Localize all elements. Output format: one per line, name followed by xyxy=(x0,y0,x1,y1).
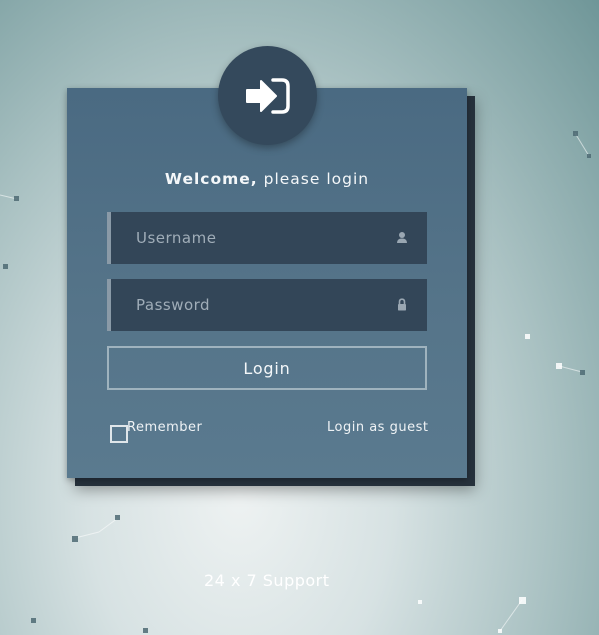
username-field xyxy=(107,212,427,264)
username-input[interactable] xyxy=(111,212,427,264)
password-input[interactable] xyxy=(111,279,427,331)
user-icon xyxy=(397,232,407,243)
remember-label: Remember xyxy=(127,420,203,435)
welcome-bold-text: Welcome, xyxy=(164,170,258,188)
login-button[interactable]: Login xyxy=(107,346,427,390)
lock-icon xyxy=(398,298,406,311)
password-field xyxy=(107,279,427,331)
welcome-rest-text: please login xyxy=(257,170,370,188)
login-badge xyxy=(218,46,317,145)
support-text: 24 x 7 Support xyxy=(204,571,330,590)
login-as-guest-link[interactable]: Login as guest xyxy=(327,420,428,435)
sign-in-icon xyxy=(245,77,290,114)
page: { "login_card": { "welcome_bold": "Welco… xyxy=(0,0,599,635)
welcome-heading: Welcome, please login xyxy=(67,170,467,188)
remember-checkbox[interactable] xyxy=(110,425,128,443)
